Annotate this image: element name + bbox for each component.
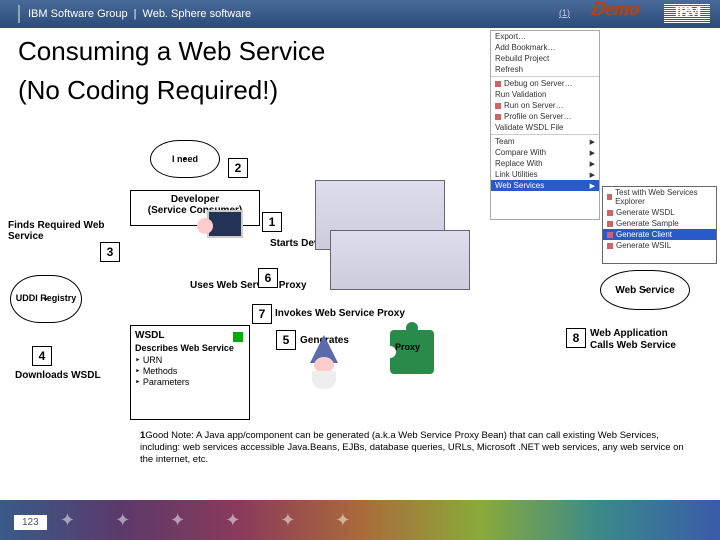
uddi-cloud: UDDI Registry (10, 275, 82, 323)
group-label: IBM Software Group (28, 8, 128, 20)
menu-profile[interactable]: Profile on Server… (491, 111, 599, 122)
developer-pc-icon (195, 210, 255, 265)
wsdl-item-params: Parameters (135, 377, 245, 388)
step-7: 7 (252, 304, 272, 324)
wsdl-item-urn: URN (135, 355, 245, 366)
wsdl-badge-icon (233, 332, 243, 342)
product-label: Web. Sphere software (143, 8, 252, 20)
wizard-icon (300, 335, 350, 390)
menu-team[interactable]: Team▶ (491, 136, 599, 147)
bottom-bar: ✦✦✦✦✦✦ (0, 500, 720, 540)
submenu: Test with Web Services Explorer Generate… (602, 186, 717, 264)
wsdl-title: WSDL (135, 330, 245, 341)
invokes-label: Invokes Web Service Proxy (275, 308, 405, 319)
proxy-label: Proxy (395, 342, 420, 352)
menu-export[interactable]: Export… (491, 31, 599, 42)
menu-webservices[interactable]: Web Services▶ (491, 180, 599, 191)
wsdl-item-methods: Methods (135, 366, 245, 377)
menu-validation[interactable]: Run Validation (491, 89, 599, 100)
menu-refresh[interactable]: Refresh (491, 64, 599, 75)
menu-validate-wsdl[interactable]: Validate WSDL File (491, 122, 599, 133)
sub-wsdl[interactable]: Generate WSDL (603, 207, 716, 218)
menu-compare[interactable]: Compare With▶ (491, 147, 599, 158)
thought-cloud: I need (150, 140, 220, 178)
ibm-logo: IBM (664, 4, 710, 24)
decorative-stars: ✦✦✦✦✦✦ (60, 510, 391, 531)
menu-rebuild[interactable]: Rebuild Project (491, 53, 599, 64)
sub-client[interactable]: Generate Client (603, 229, 716, 240)
demo-badge: Demo (589, 0, 642, 21)
header-link[interactable]: (1) (559, 8, 570, 18)
context-menu: Export… Add Bookmark… Rebuild Project Re… (490, 30, 600, 220)
footnote-text: Good Note: A Java app/component can be g… (140, 430, 684, 465)
step-8: 8 (566, 328, 586, 348)
bar-divider (18, 5, 20, 23)
step-3: 3 (100, 242, 120, 262)
menu-debug[interactable]: Debug on Server… (491, 78, 599, 89)
menu-bookmark[interactable]: Add Bookmark… (491, 42, 599, 53)
app-screenshot-2 (330, 230, 470, 290)
wsdl-desc: Describes Web Service (135, 343, 245, 353)
bar-sep: | (134, 8, 137, 20)
step-4: 4 (32, 346, 52, 366)
step-2: 2 (228, 158, 248, 178)
footnote: 1Good Note: A Java app/component can be … (140, 430, 690, 466)
proxy-icon (390, 330, 434, 374)
slide-title-2: (No Coding Required!) (0, 67, 720, 106)
page-number: 123 (14, 515, 47, 530)
sub-wsil[interactable]: Generate WSIL (603, 240, 716, 251)
step-6: 6 (258, 268, 278, 288)
sub-sample[interactable]: Generate Sample (603, 218, 716, 229)
wsdl-box: WSDL Describes Web Service URN Methods P… (130, 325, 250, 420)
uses-proxy-label: Uses Web Service Proxy (190, 280, 307, 291)
menu-run[interactable]: Run on Server… (491, 100, 599, 111)
menu-replace[interactable]: Replace With▶ (491, 158, 599, 169)
developer-l1: Developer (134, 194, 256, 205)
step-1: 1 (262, 212, 282, 232)
slide-title-1: Consuming a Web Service (0, 28, 720, 67)
step-5: 5 (276, 330, 296, 350)
diagram-canvas: Export… Add Bookmark… Rebuild Project Re… (0, 110, 720, 490)
step8-label: Web ApplicationCalls Web Service (590, 328, 700, 352)
menu-link[interactable]: Link Utilities▶ (491, 169, 599, 180)
webservice-cloud: Web Service (600, 270, 690, 310)
finds-label: Finds Required Web Service (8, 220, 108, 242)
downloads-label: Downloads WSDL (15, 370, 101, 381)
sub-test[interactable]: Test with Web Services Explorer (603, 187, 716, 207)
